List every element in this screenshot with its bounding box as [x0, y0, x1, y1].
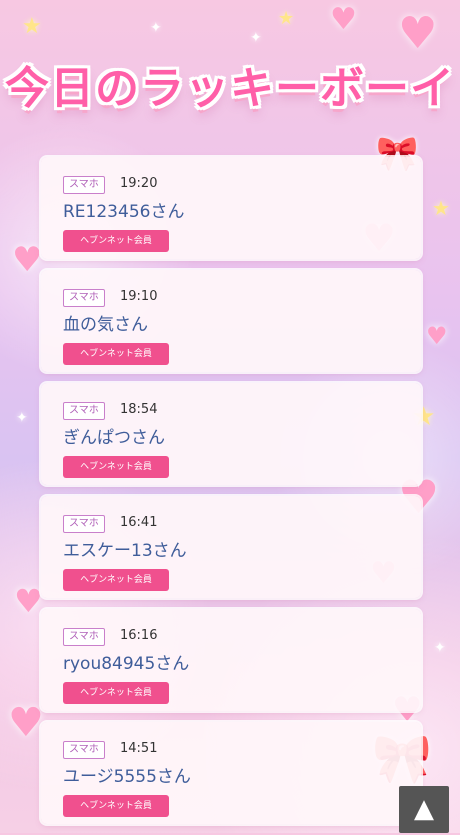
star-icon: ★ [278, 8, 295, 29]
device-badge: スマホ [63, 402, 105, 420]
triangle-up-icon: ▲ [414, 794, 434, 824]
list-item: スマホ 18:54 ぎんぱつさん ヘブンネット会員 [41, 383, 421, 485]
list-item: スマホ 19:10 血の気さん ヘブンネット会員 [41, 270, 421, 372]
star-icon: ★ [22, 14, 42, 39]
device-badge: スマホ [63, 741, 105, 759]
member-badge: ヘブンネット会員 [63, 795, 169, 817]
member-badge: ヘブンネット会員 [63, 569, 169, 591]
visit-time: 19:10 [120, 289, 158, 304]
member-badge: ヘブンネット会員 [63, 343, 169, 365]
scroll-to-top-button[interactable]: ▲ [399, 786, 449, 833]
device-badge: スマホ [63, 289, 105, 307]
visit-time: 16:16 [120, 628, 158, 643]
sparkle-icon: ✦ [250, 30, 262, 46]
sparkle-icon: ✦ [434, 640, 446, 656]
list-item: スマホ 19:20 RE123456さん ヘブンネット会員 [41, 157, 421, 259]
device-badge: スマホ [63, 628, 105, 646]
member-badge: ヘブンネット会員 [63, 456, 169, 478]
sparkle-icon: ✦ [16, 410, 28, 426]
list-item: スマホ 14:51 ユージ5555さん ヘブンネット会員 [41, 722, 421, 824]
heart-icon: ♥ [8, 700, 44, 746]
heart-icon: ♥ [14, 582, 43, 620]
list-item: スマホ 16:41 エスケー13さん ヘブンネット会員 [41, 496, 421, 598]
heart-icon: ♥ [12, 240, 43, 280]
star-icon: ★ [432, 196, 450, 220]
device-badge: スマホ [63, 176, 105, 194]
lucky-boy-list: スマホ 19:20 RE123456さん ヘブンネット会員 スマホ 19:10 … [41, 157, 421, 835]
member-badge: ヘブンネット会員 [63, 682, 169, 704]
visit-time: 19:20 [120, 176, 158, 191]
user-name: ユージ5555さん [63, 767, 191, 787]
device-badge: スマホ [63, 515, 105, 533]
heart-icon: ♥ [426, 322, 448, 350]
heart-icon: ♥ [330, 2, 357, 37]
page-title: 今日のラッキーボーイ [5, 63, 455, 114]
user-name: RE123456さん [63, 202, 185, 222]
visit-time: 14:51 [120, 741, 158, 756]
member-badge: ヘブンネット会員 [63, 230, 169, 252]
user-name: ryou84945さん [63, 654, 190, 674]
user-name: エスケー13さん [63, 541, 187, 561]
visit-time: 16:41 [120, 515, 158, 530]
user-name: ぎんぱつさん [63, 428, 165, 448]
user-name: 血の気さん [63, 315, 148, 335]
list-item: スマホ 16:16 ryou84945さん ヘブンネット会員 [41, 609, 421, 711]
sparkle-icon: ✦ [150, 20, 162, 36]
visit-time: 18:54 [120, 402, 158, 417]
